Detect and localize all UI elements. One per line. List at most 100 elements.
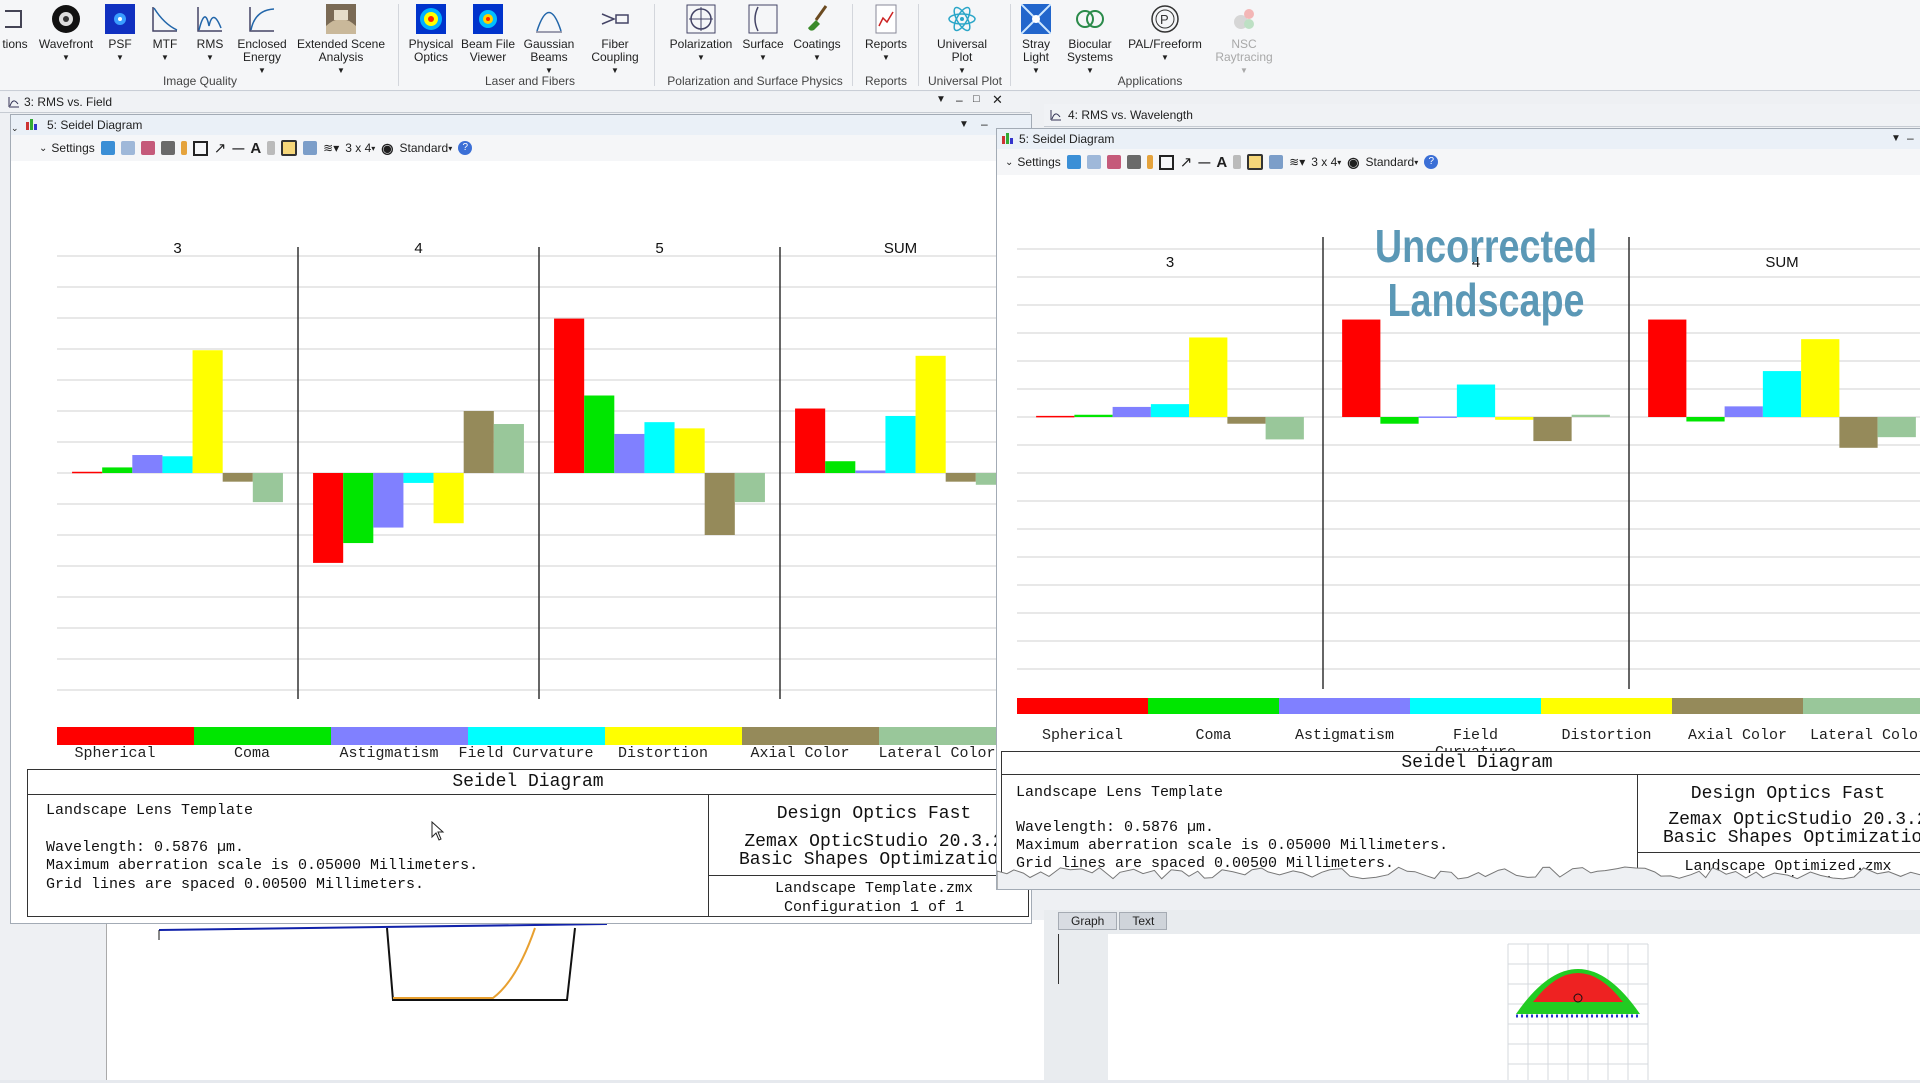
bar-field-curvature	[403, 473, 434, 483]
bar-axial-color	[222, 473, 253, 482]
biocular-systems-button[interactable]: Biocular Systems ▼	[1062, 4, 1118, 77]
help-icon[interactable]: ?	[458, 141, 473, 155]
rectangle-icon[interactable]	[192, 140, 208, 156]
print-icon[interactable]	[160, 141, 175, 155]
gaussian-beams-button[interactable]: Gaussian Beams ▼	[522, 4, 576, 77]
window-menu-chevron-icon[interactable]: ▼	[1891, 129, 1901, 149]
window-icon[interactable]	[1269, 155, 1284, 169]
minimize-icon[interactable]: –	[981, 114, 988, 134]
beam-file-viewer-button[interactable]: Beam File Viewer	[460, 4, 516, 64]
bar-coma	[1380, 417, 1419, 424]
ribbon-button-label: Extended Scene Analysis	[296, 37, 386, 64]
bar-lateral-color	[252, 473, 283, 503]
rms-wavelength-window-titlebar[interactable]: 4: RMS vs. Wavelength	[1044, 104, 1920, 127]
ribbon-button-label: Stray Light	[1021, 37, 1050, 64]
bar-distortion	[192, 350, 223, 473]
pencil-icon[interactable]	[1146, 155, 1153, 169]
legend-swatch-distortion	[1541, 698, 1672, 714]
window-menu-chevron-icon[interactable]: ▼	[936, 94, 946, 105]
reports-button[interactable]: Reports ▼	[862, 4, 910, 64]
stray-light-button[interactable]: Stray Light ▼	[1016, 4, 1056, 77]
rectangle-icon[interactable]	[1158, 154, 1174, 170]
standard-dropdown[interactable]: Standard ▾	[1366, 155, 1419, 169]
window-icon[interactable]	[303, 141, 318, 155]
lock-icon[interactable]	[267, 141, 276, 155]
fiber-coupling-button[interactable]: Fiber Coupling ▼	[586, 4, 644, 77]
company-block: Design Optics Fast Zemax OpticStudio 20.…	[709, 794, 1028, 916]
extended-scene-analysis-button[interactable]: Extended Scene Analysis ▼	[296, 4, 386, 77]
help-icon[interactable]: ?	[1424, 155, 1439, 169]
chevron-down-icon: ▼	[882, 53, 890, 62]
bar-distortion	[674, 428, 705, 473]
save-icon[interactable]	[140, 141, 155, 155]
surface-button[interactable]: Surface ▼	[740, 4, 786, 64]
nsc-raytracing-button[interactable]: NSC Raytracing ▼	[1212, 4, 1276, 77]
rms-field-window-titlebar[interactable]: 3: RMS vs. Field ▼ – □ ✕	[0, 92, 1030, 113]
coatings-button[interactable]: Coatings ▼	[790, 4, 844, 64]
ribbon-button-label: RMS	[196, 37, 224, 51]
copy-icon[interactable]	[1086, 155, 1101, 169]
bar-distortion	[1801, 339, 1840, 417]
polarization-button[interactable]: Polarization ▼	[668, 4, 734, 64]
save-icon[interactable]	[1106, 155, 1121, 169]
seidel-right-titlebar[interactable]: 5: Seidel Diagram ▼ –	[997, 129, 1920, 149]
ribbon-button-label: Wavefront	[38, 37, 94, 51]
layers-icon[interactable]: ≋▾	[323, 141, 339, 155]
copy-icon[interactable]	[120, 141, 135, 155]
line-icon[interactable]: —	[1198, 155, 1210, 169]
settings-button[interactable]: ⌄ Settings	[39, 141, 95, 155]
bar-lateral-color	[1265, 417, 1304, 440]
minimize-icon[interactable]: –	[956, 93, 963, 107]
layout-label: 3 x 4	[1311, 155, 1338, 169]
rms-button[interactable]: RMS ▼	[192, 4, 228, 64]
tab-text[interactable]: Text	[1119, 912, 1168, 930]
chevron-down-icon: ▼	[697, 53, 705, 62]
graph-window-icon	[1050, 110, 1061, 121]
fit-icon[interactable]	[1247, 154, 1264, 170]
window-menu-chevron-icon[interactable]: ▼	[959, 115, 969, 135]
text-icon[interactable]: A	[1216, 154, 1227, 171]
arrow-icon[interactable]: ↗	[1180, 153, 1193, 171]
layers-icon[interactable]: ≋▾	[1289, 155, 1305, 169]
layout-label: 3 x 4	[345, 141, 372, 155]
lock-icon[interactable]	[1233, 155, 1242, 169]
refresh-icon[interactable]	[100, 141, 115, 155]
bar-spherical	[1036, 415, 1075, 418]
ribbon-options-button[interactable]: tions	[0, 4, 30, 51]
ribbon-group-divider	[1010, 4, 1011, 86]
close-icon[interactable]: ✕	[992, 92, 1003, 108]
universal-plot-button[interactable]: Universal Plot ▼	[930, 4, 994, 77]
standard-dropdown[interactable]: Standard ▾	[400, 141, 453, 155]
wavefront-button[interactable]: Wavefront ▼	[36, 4, 96, 64]
settings-button[interactable]: ⌄ Settings	[1005, 155, 1061, 169]
lens-layout-drawing	[158, 923, 608, 1001]
psf-button[interactable]: PSF ▼	[104, 4, 136, 64]
fit-icon[interactable]	[281, 140, 298, 156]
bar-lateral-color	[734, 473, 765, 503]
pal-freeform-button[interactable]: P PAL/Freeform ▼	[1124, 4, 1206, 64]
minimize-icon[interactable]: –	[1907, 129, 1914, 148]
refresh-icon[interactable]	[1066, 155, 1081, 169]
print-icon[interactable]	[1126, 155, 1141, 169]
axis-tick	[1058, 934, 1059, 984]
bar-spherical	[1648, 319, 1687, 417]
maximize-icon[interactable]: □	[973, 93, 980, 105]
text-icon[interactable]: A	[250, 140, 261, 157]
mtf-button[interactable]: MTF ▼	[148, 4, 182, 64]
enclosed-energy-button[interactable]: Enclosed Energy ▼	[236, 4, 288, 77]
timer-icon[interactable]: ◉	[1347, 154, 1359, 171]
layout-dropdown[interactable]: 3 x 4 ▾	[345, 141, 375, 155]
layout-dropdown[interactable]: 3 x 4 ▾	[1311, 155, 1341, 169]
line-icon[interactable]: —	[232, 141, 244, 155]
arrow-icon[interactable]: ↗	[214, 139, 227, 157]
timer-icon[interactable]: ◉	[381, 140, 393, 157]
physical-optics-button[interactable]: Physical Optics	[408, 4, 454, 64]
chevron-down-icon: ▼	[1032, 66, 1040, 75]
lens-name-text: Landscape Lens Template	[46, 802, 254, 819]
pencil-icon[interactable]	[180, 141, 187, 155]
legend-label-coma: Coma	[1195, 727, 1232, 744]
seidel-left-titlebar[interactable]: ⌄ 5: Seidel Diagram ▼ –	[11, 115, 1031, 135]
bar-distortion	[1495, 417, 1534, 420]
collapse-chevron-icon[interactable]: ⌄	[11, 118, 19, 138]
tab-graph[interactable]: Graph	[1058, 912, 1118, 930]
